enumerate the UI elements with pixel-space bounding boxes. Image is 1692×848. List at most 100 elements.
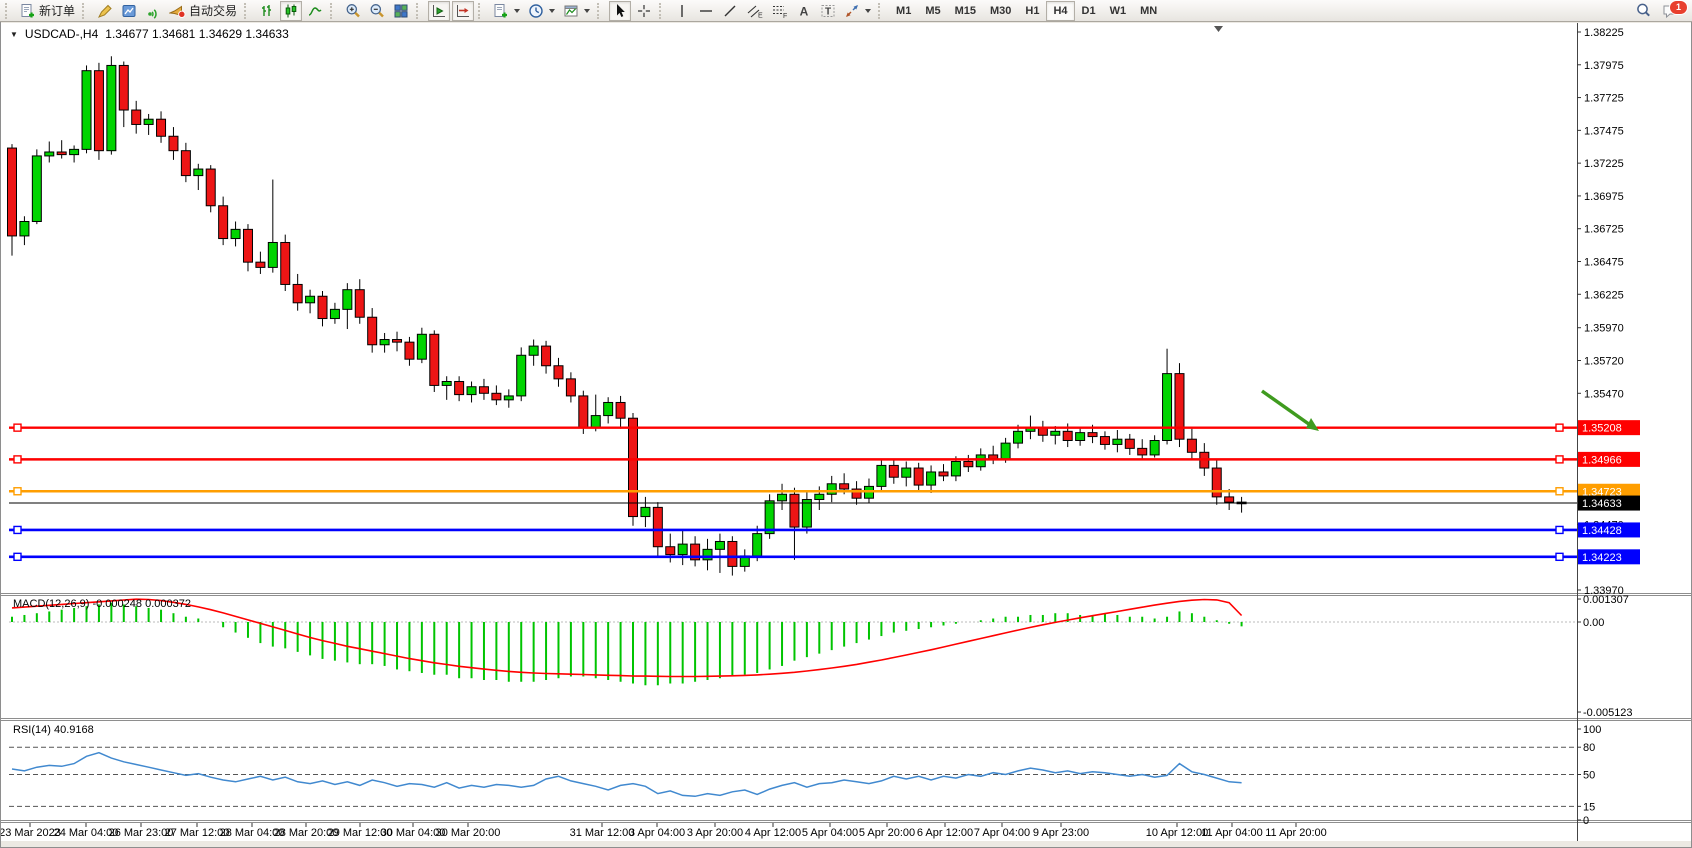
timeframe-M15[interactable]: M15 (948, 1, 983, 21)
candle-up (815, 494, 824, 499)
candle-down (243, 229, 252, 262)
zoom-out-button[interactable] (366, 1, 388, 21)
periods-button[interactable] (525, 1, 558, 21)
chart-shift-button[interactable] (428, 1, 450, 21)
candle-up (1014, 431, 1023, 443)
current-price-label: 1.34633 (1582, 498, 1622, 510)
line-handle[interactable] (1556, 526, 1563, 533)
macd-label: MACD(12,26,9) -0.000248 0.000372 (13, 598, 191, 610)
timeframe-H1[interactable]: H1 (1018, 1, 1046, 21)
candle-down (939, 472, 948, 476)
candlestick-chart-button[interactable] (280, 1, 302, 21)
candle-up (194, 169, 203, 176)
line-handle[interactable] (1556, 488, 1563, 495)
line-handle[interactable] (14, 456, 21, 463)
tile-windows-button[interactable] (390, 1, 412, 21)
line-handle[interactable] (1556, 553, 1563, 560)
signals-icon (145, 3, 161, 19)
candle-down (1187, 439, 1196, 452)
timeframe-H4[interactable]: H4 (1046, 1, 1074, 21)
timeframe-M1[interactable]: M1 (889, 1, 918, 21)
chart-menu-icon[interactable]: ▼ (10, 30, 18, 39)
line-chart-button[interactable] (304, 1, 326, 21)
timeframe-M30[interactable]: M30 (983, 1, 1018, 21)
chart-canvas[interactable]: 1.382251.379751.377251.374751.372251.369… (0, 0, 1692, 848)
rsi-axis-label: 100 (1583, 724, 1601, 736)
candle-up (417, 334, 426, 359)
toolbar-gripper (659, 3, 666, 19)
toolbar-gripper (82, 3, 89, 19)
notifications-button[interactable]: 1 (1662, 1, 1684, 21)
line-handle[interactable] (14, 526, 21, 533)
candle-up (1076, 433, 1085, 441)
candle-up (467, 387, 476, 395)
notification-badge: 1 (1669, 0, 1688, 15)
candle-down (653, 507, 662, 546)
cursor-button[interactable] (609, 1, 631, 21)
add-indicator-button[interactable] (490, 1, 523, 21)
svg-text:E: E (758, 12, 763, 19)
price-tick-label: 1.36975 (1584, 191, 1624, 203)
vertical-line-button[interactable] (671, 1, 693, 21)
line-handle[interactable] (14, 553, 21, 560)
time-axis-label: 3 Apr 04:00 (629, 827, 685, 839)
price-tick-label: 1.35720 (1584, 356, 1624, 368)
price-tag-label: 1.34223 (1582, 552, 1622, 564)
candle-down (542, 346, 551, 366)
app-window-button[interactable] (118, 1, 140, 21)
zoom-in-button[interactable] (342, 1, 364, 21)
auto-scroll-button[interactable] (452, 1, 474, 21)
rsi-axis-label: 50 (1583, 770, 1595, 782)
timeframe-M5[interactable]: M5 (918, 1, 947, 21)
bar-chart-button[interactable] (256, 1, 278, 21)
metaeditor-button[interactable] (94, 1, 116, 21)
timeframe-MN[interactable]: MN (1133, 1, 1164, 21)
rsi-axis-label: 15 (1583, 801, 1595, 813)
candle-up (951, 461, 960, 475)
price-tick-label: 1.37225 (1584, 158, 1624, 170)
fibonacci-button[interactable]: F (768, 1, 791, 21)
rsi-axis-label: 80 (1583, 742, 1595, 754)
auto-scroll-icon (455, 3, 471, 19)
time-axis-label: 30 Mar 20:00 (436, 827, 501, 839)
candle-down (57, 152, 66, 155)
macd-axis-label: 0.00 (1583, 617, 1604, 629)
toolbar-gripper (416, 3, 423, 19)
line-handle[interactable] (14, 424, 21, 431)
line-handle[interactable] (1556, 456, 1563, 463)
candle-up (778, 494, 787, 501)
chart-ohlc-values: 1.34677 1.34681 1.34629 1.34633 (105, 27, 289, 41)
line-handle[interactable] (1556, 424, 1563, 431)
new-order-button[interactable]: 新订单 (17, 1, 78, 21)
horizontal-line-button[interactable] (695, 1, 717, 21)
search-button[interactable] (1632, 1, 1655, 21)
arrows-button[interactable] (841, 1, 874, 21)
candle-down (318, 296, 327, 318)
equidistant-channel-button[interactable]: E (743, 1, 766, 21)
text-button[interactable]: A (793, 1, 815, 21)
candle-down (554, 366, 563, 379)
candle-up (343, 290, 352, 310)
candle-up (82, 71, 91, 150)
candle-down (1175, 374, 1184, 440)
autotrading-button[interactable]: 自动交易 (166, 1, 240, 21)
autotrading-label: 自动交易 (189, 2, 237, 19)
line-handle[interactable] (14, 488, 21, 495)
time-axis-label: 5 Apr 20:00 (859, 827, 915, 839)
timeframe-D1[interactable]: D1 (1075, 1, 1103, 21)
text-label-button[interactable]: T (817, 1, 839, 21)
candle-up (1113, 439, 1122, 444)
candle-down (281, 242, 290, 284)
zoom-out-icon (369, 3, 385, 19)
time-axis-label: 7 Apr 04:00 (974, 827, 1030, 839)
crosshair-button[interactable] (633, 1, 655, 21)
candle-up (107, 65, 116, 150)
line-chart-icon (307, 3, 323, 19)
candle-up (504, 396, 513, 400)
trendline-button[interactable] (719, 1, 741, 21)
candle-down (964, 461, 973, 466)
timeframe-W1[interactable]: W1 (1103, 1, 1134, 21)
signals-button[interactable] (142, 1, 164, 21)
candle-down (840, 484, 849, 489)
templates-button[interactable] (560, 1, 593, 21)
